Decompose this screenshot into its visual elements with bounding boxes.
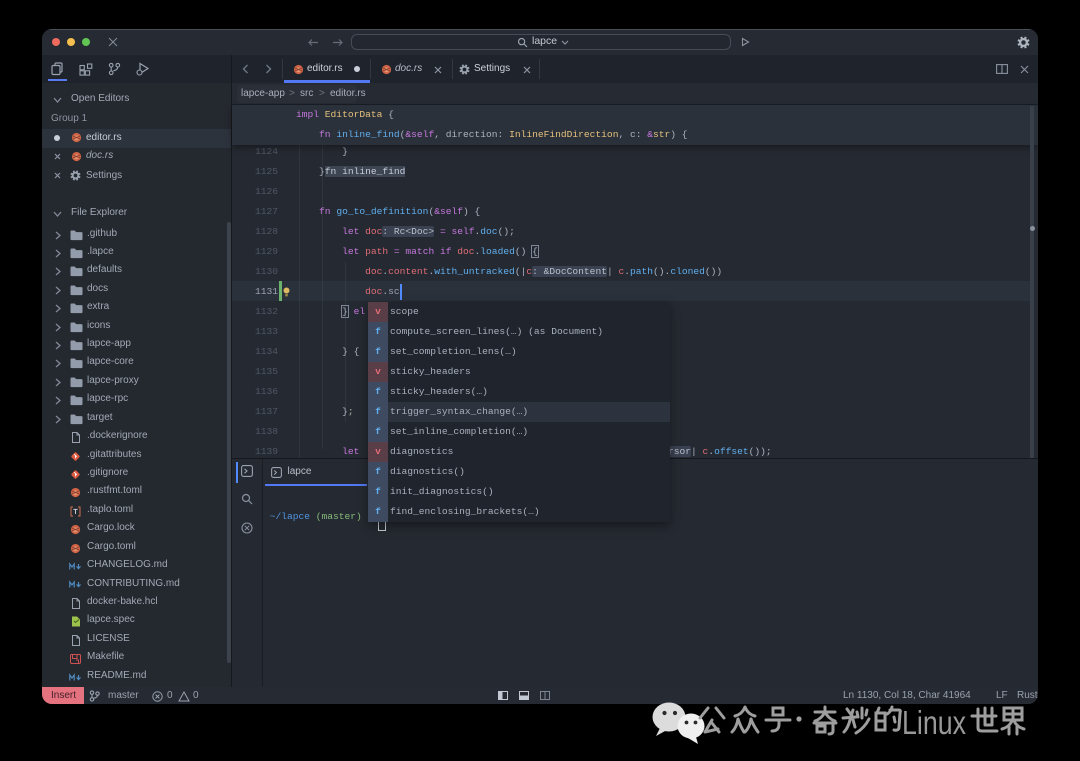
svg-text:Linux: Linux	[902, 704, 966, 741]
